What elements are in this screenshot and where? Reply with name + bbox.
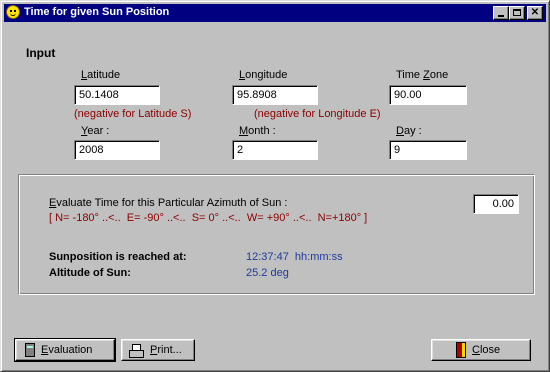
latitude-hint: (negative for Latitude S)	[74, 108, 192, 120]
printer-icon	[128, 343, 144, 358]
azimuth-label: Evaluate Time for this Particular Azimut…	[49, 197, 288, 209]
evaluation-button-label: Evaluation	[41, 344, 93, 356]
longitude-hint: (negative for Longitude E)	[254, 108, 381, 120]
azimuth-range-hint: [ N= -180° ..<.. E= -90° ..<.. S= 0° ..<…	[49, 212, 368, 224]
window-title: Time for given Sun Position	[24, 6, 170, 18]
dialog-window: Time for given Sun Position ✕ Input Lati…	[0, 0, 550, 372]
close-button-label: Close	[472, 344, 501, 356]
day-label: Day :	[396, 125, 422, 137]
sunposition-value: 12:37:47 hh:mm:ss	[246, 251, 343, 263]
year-label: Year :	[81, 125, 110, 137]
day-input[interactable]	[389, 140, 467, 160]
timezone-label: Time Zone	[396, 69, 449, 81]
sun-face-icon	[6, 5, 20, 19]
close-button[interactable]: Close	[431, 339, 531, 361]
close-window-button[interactable]: ✕	[527, 6, 543, 20]
maximize-button[interactable]	[509, 6, 525, 20]
sunposition-label: Sunposition is reached at:	[49, 251, 187, 263]
azimuth-input[interactable]	[473, 194, 519, 214]
calculator-icon	[25, 343, 35, 357]
door-exit-icon	[456, 342, 466, 358]
print-button[interactable]: Print...	[121, 339, 195, 361]
year-input[interactable]	[74, 140, 160, 160]
input-heading: Input	[26, 46, 56, 60]
latitude-input[interactable]	[74, 85, 160, 105]
maximize-icon	[513, 9, 521, 16]
title-bar[interactable]: Time for given Sun Position ✕	[4, 4, 546, 22]
evaluation-button[interactable]: Evaluation	[14, 338, 116, 362]
timezone-input[interactable]	[389, 85, 467, 105]
close-icon: ✕	[530, 7, 540, 18]
minimize-button[interactable]	[493, 6, 509, 20]
minimize-icon	[498, 15, 504, 17]
month-input[interactable]	[232, 140, 318, 160]
print-button-label: Print...	[150, 344, 182, 356]
altitude-label: Altitude of Sun:	[49, 267, 131, 279]
longitude-label: Longitude	[239, 69, 288, 81]
latitude-label: Latitude	[81, 69, 121, 81]
altitude-value: 25.2 deg	[246, 267, 289, 279]
month-label: Month :	[239, 125, 276, 137]
longitude-input[interactable]	[232, 85, 318, 105]
